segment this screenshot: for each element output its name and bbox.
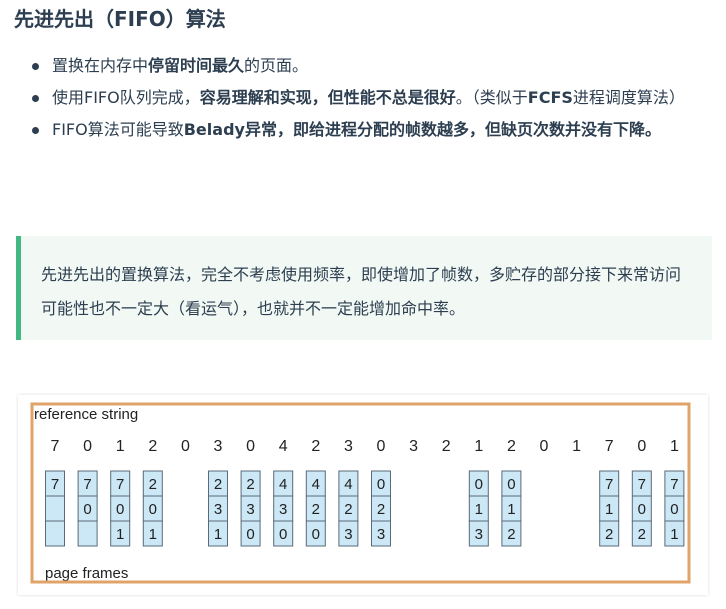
frame-value: 7 bbox=[605, 476, 613, 493]
bullet-text-segment: FCFS bbox=[527, 88, 573, 107]
page-frames: 7 707012012312304304204230230130127127027… bbox=[45, 470, 685, 547]
frame-value: 4 bbox=[279, 476, 287, 493]
frame-value: 0 bbox=[83, 501, 91, 518]
page-title: 先进先出（FIFO）算法 bbox=[14, 7, 226, 31]
bullet-list: 置换在内存中停留时间最久的页面。 使用FIFO队列完成，容易理解和实现，但性能不… bbox=[30, 50, 714, 146]
frame-value: 2 bbox=[507, 526, 515, 543]
page-frames-label: page frames bbox=[45, 565, 128, 582]
reference-value: 7 bbox=[51, 438, 60, 455]
frame-value: 1 bbox=[214, 526, 222, 543]
frame-value: 7 bbox=[83, 476, 91, 493]
frame-value: 3 bbox=[279, 501, 287, 518]
note-blockquote: 先进先出的置换算法，完全不考虑使用频率，即使增加了帧数，多贮存的部分接下来常访问… bbox=[16, 236, 712, 340]
frame-value: 7 bbox=[116, 476, 124, 493]
bullet-text-segment: 容易理解和实现，但性能不总是很好 bbox=[199, 88, 456, 107]
fifo-figure: reference string page frames 7 0 1 2 0 3 0 4 2 3 0… bbox=[18, 395, 708, 595]
reference-value: 0 bbox=[83, 438, 92, 455]
bullet-text-segment: 进程调度算法） bbox=[572, 88, 685, 107]
frame-value: 7 bbox=[638, 476, 646, 493]
reference-value: 2 bbox=[311, 438, 320, 455]
reference-string-label: reference string bbox=[34, 406, 138, 423]
frame-value: 2 bbox=[246, 476, 254, 493]
frame-value: 3 bbox=[475, 526, 483, 543]
frame-value: 0 bbox=[670, 501, 678, 518]
highlight-box bbox=[30, 402, 691, 584]
reference-value: 1 bbox=[474, 438, 483, 455]
bullet-text-segment: Belady异常，即给进程分配的帧数越多，但缺页次数并没有下降。 bbox=[183, 120, 661, 139]
bullet-text-segment: 置换在内存中 bbox=[52, 56, 149, 75]
frame-value: 3 bbox=[214, 501, 222, 518]
frame-value: 2 bbox=[638, 526, 646, 543]
frame-value: 3 bbox=[246, 501, 254, 518]
bullet-text-segment: 使用FIFO队列完成， bbox=[52, 88, 200, 107]
frame-value: 0 bbox=[312, 526, 320, 543]
reference-value: 1 bbox=[670, 438, 679, 455]
frame-value: 0 bbox=[246, 526, 254, 543]
frame-value: 1 bbox=[116, 526, 124, 543]
fifo-diagram: reference string page frames 7 0 1 2 0 3 0 4 2 3 0… bbox=[30, 402, 691, 584]
reference-value: 0 bbox=[246, 438, 255, 455]
frame-value: 2 bbox=[377, 501, 385, 518]
reference-value: 0 bbox=[181, 438, 190, 455]
frame-value: 2 bbox=[214, 476, 222, 493]
reference-value: 0 bbox=[377, 438, 386, 455]
reference-value: 2 bbox=[148, 438, 157, 455]
reference-value: 2 bbox=[507, 438, 516, 455]
frame-value: 2 bbox=[149, 476, 157, 493]
frame-value: 3 bbox=[377, 526, 385, 543]
frame-value: 0 bbox=[475, 476, 483, 493]
bullet-text-segment: 停留时间最久 bbox=[148, 56, 245, 75]
frame-value: 2 bbox=[312, 501, 320, 518]
frame-value: 1 bbox=[670, 526, 678, 543]
reference-value: 0 bbox=[540, 438, 549, 455]
frame-value: 2 bbox=[344, 501, 352, 518]
frame-value: 1 bbox=[475, 501, 483, 518]
frame-value: 1 bbox=[149, 526, 157, 543]
frame-value: 1 bbox=[507, 501, 515, 518]
frame-value: 4 bbox=[344, 476, 352, 493]
frame-value: 0 bbox=[638, 501, 646, 518]
reference-value: 3 bbox=[214, 438, 223, 455]
frame-value: 0 bbox=[149, 501, 157, 518]
bullet-text-segment: 的页面。 bbox=[244, 56, 309, 75]
frame-cell bbox=[77, 520, 98, 547]
frame-value: 0 bbox=[116, 501, 124, 518]
frame-value: 4 bbox=[312, 476, 320, 493]
reference-value: 3 bbox=[344, 438, 353, 455]
frame-value: 2 bbox=[605, 526, 613, 543]
frame-value: 3 bbox=[344, 526, 352, 543]
reference-value: 3 bbox=[409, 438, 418, 455]
reference-value: 2 bbox=[442, 438, 451, 455]
reference-value: 4 bbox=[279, 438, 288, 455]
bullet-text-segment: FIFO算法可能导致 bbox=[52, 120, 184, 139]
bullet-item-3: FIFO算法可能导致Belady异常，即给进程分配的帧数越多，但缺页次数并没有下… bbox=[30, 114, 714, 146]
frame-value: 0 bbox=[377, 476, 385, 493]
bullet-item-2: 使用FIFO队列完成，容易理解和实现，但性能不总是很好。（类似于FCFS进程调度… bbox=[30, 82, 714, 114]
reference-value: 7 bbox=[605, 438, 614, 455]
frame-value: 7 bbox=[670, 476, 678, 493]
bullet-item-1: 置换在内存中停留时间最久的页面。 bbox=[30, 50, 714, 82]
reference-value: 1 bbox=[116, 438, 125, 455]
frame-value: 1 bbox=[605, 501, 613, 518]
reference-value: 0 bbox=[637, 438, 646, 455]
bullet-text-segment: 。（类似于 bbox=[455, 88, 528, 107]
frame-value: 7 bbox=[51, 476, 59, 493]
reference-value: 1 bbox=[572, 438, 581, 455]
frame-cell bbox=[45, 520, 65, 547]
frame-value: 0 bbox=[279, 526, 287, 543]
frame-cell bbox=[45, 495, 65, 522]
reference-string: 7 0 1 2 0 3 0 4 2 3 0 3 2 1 2 0 1 7 0 1 bbox=[51, 438, 679, 455]
frame-value: 0 bbox=[507, 476, 515, 493]
